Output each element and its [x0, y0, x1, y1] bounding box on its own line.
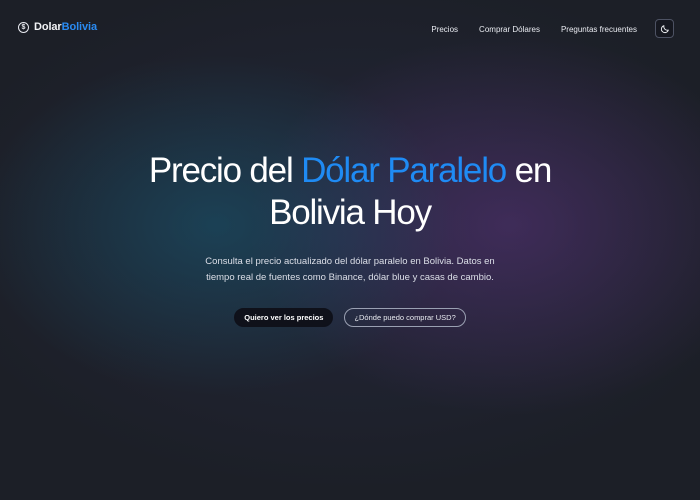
brand-name-part2: Bolivia — [61, 21, 97, 33]
nav-link-comprar-dolares[interactable]: Comprar Dólares — [479, 25, 540, 34]
hero-section: Precio del Dólar Paralelo en Bolivia Hoy… — [0, 150, 700, 327]
hero-title-line2: Bolivia Hoy — [269, 193, 432, 232]
nav-link-precios[interactable]: Precios — [431, 25, 458, 34]
nav-link-preguntas-frecuentes[interactable]: Preguntas frecuentes — [561, 25, 637, 34]
main-nav: Precios Comprar Dólares Preguntas frecue… — [431, 25, 637, 34]
view-prices-button[interactable]: Quiero ver los precios — [234, 308, 334, 327]
site-header: $ DolarBolivia Precios Comprar Dólares P… — [0, 0, 700, 58]
hero-title-part2: en — [506, 151, 553, 190]
hero-actions: Quiero ver los precios ¿Dónde puedo comp… — [0, 308, 700, 327]
theme-toggle-button[interactable] — [655, 19, 674, 38]
brand-name: DolarBolivia — [34, 21, 97, 33]
hero-title-accent: Dólar Paralelo — [301, 151, 507, 190]
hero-title-part1: Precio del — [148, 151, 302, 190]
where-buy-usd-button[interactable]: ¿Dónde puedo comprar USD? — [344, 308, 466, 327]
brand-logo[interactable]: $ DolarBolivia — [18, 21, 97, 33]
hero-title: Precio del Dólar Paralelo en Bolivia Hoy — [0, 150, 700, 234]
page: $ DolarBolivia Precios Comprar Dólares P… — [0, 0, 700, 500]
moon-icon — [660, 24, 669, 33]
hero-subtitle: Consulta el precio actualizado del dólar… — [205, 256, 495, 283]
dollar-coin-icon: $ — [18, 21, 29, 33]
brand-name-part1: Dolar — [34, 21, 62, 33]
